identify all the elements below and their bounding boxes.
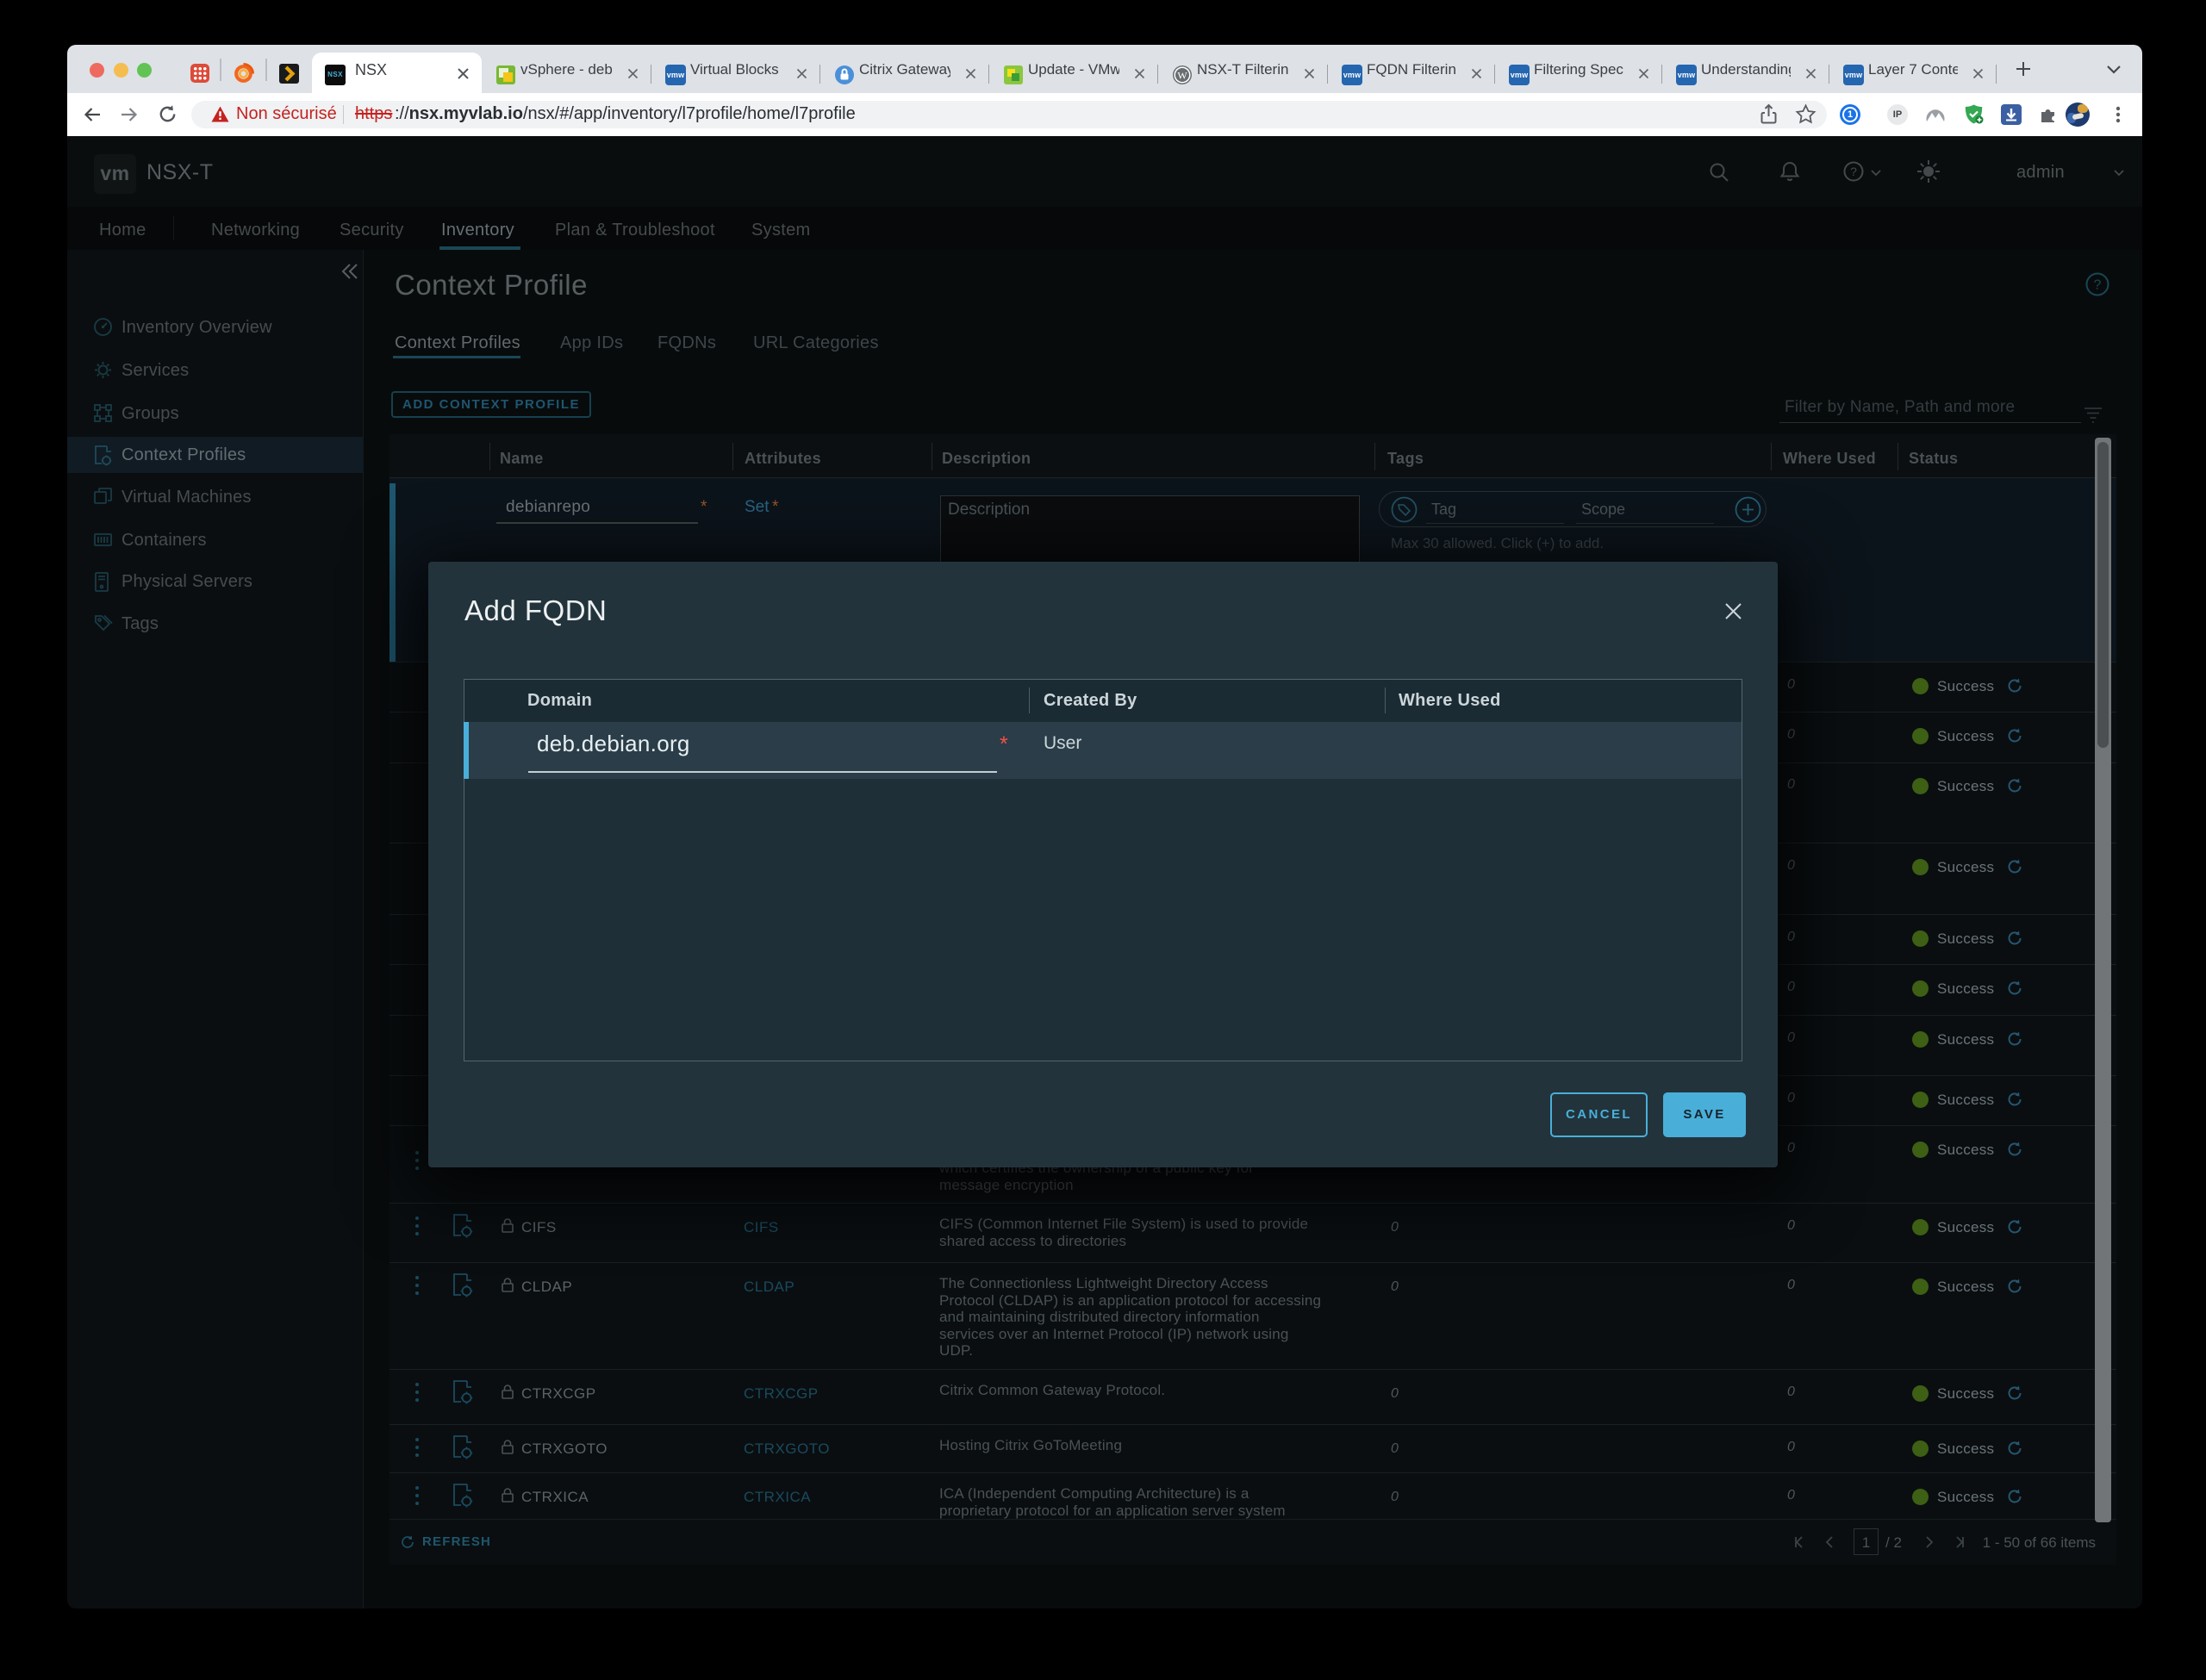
svg-text:W: W [1177,70,1187,82]
svg-text:?: ? [2094,278,2102,293]
svg-text:?: ? [1850,165,1857,178]
